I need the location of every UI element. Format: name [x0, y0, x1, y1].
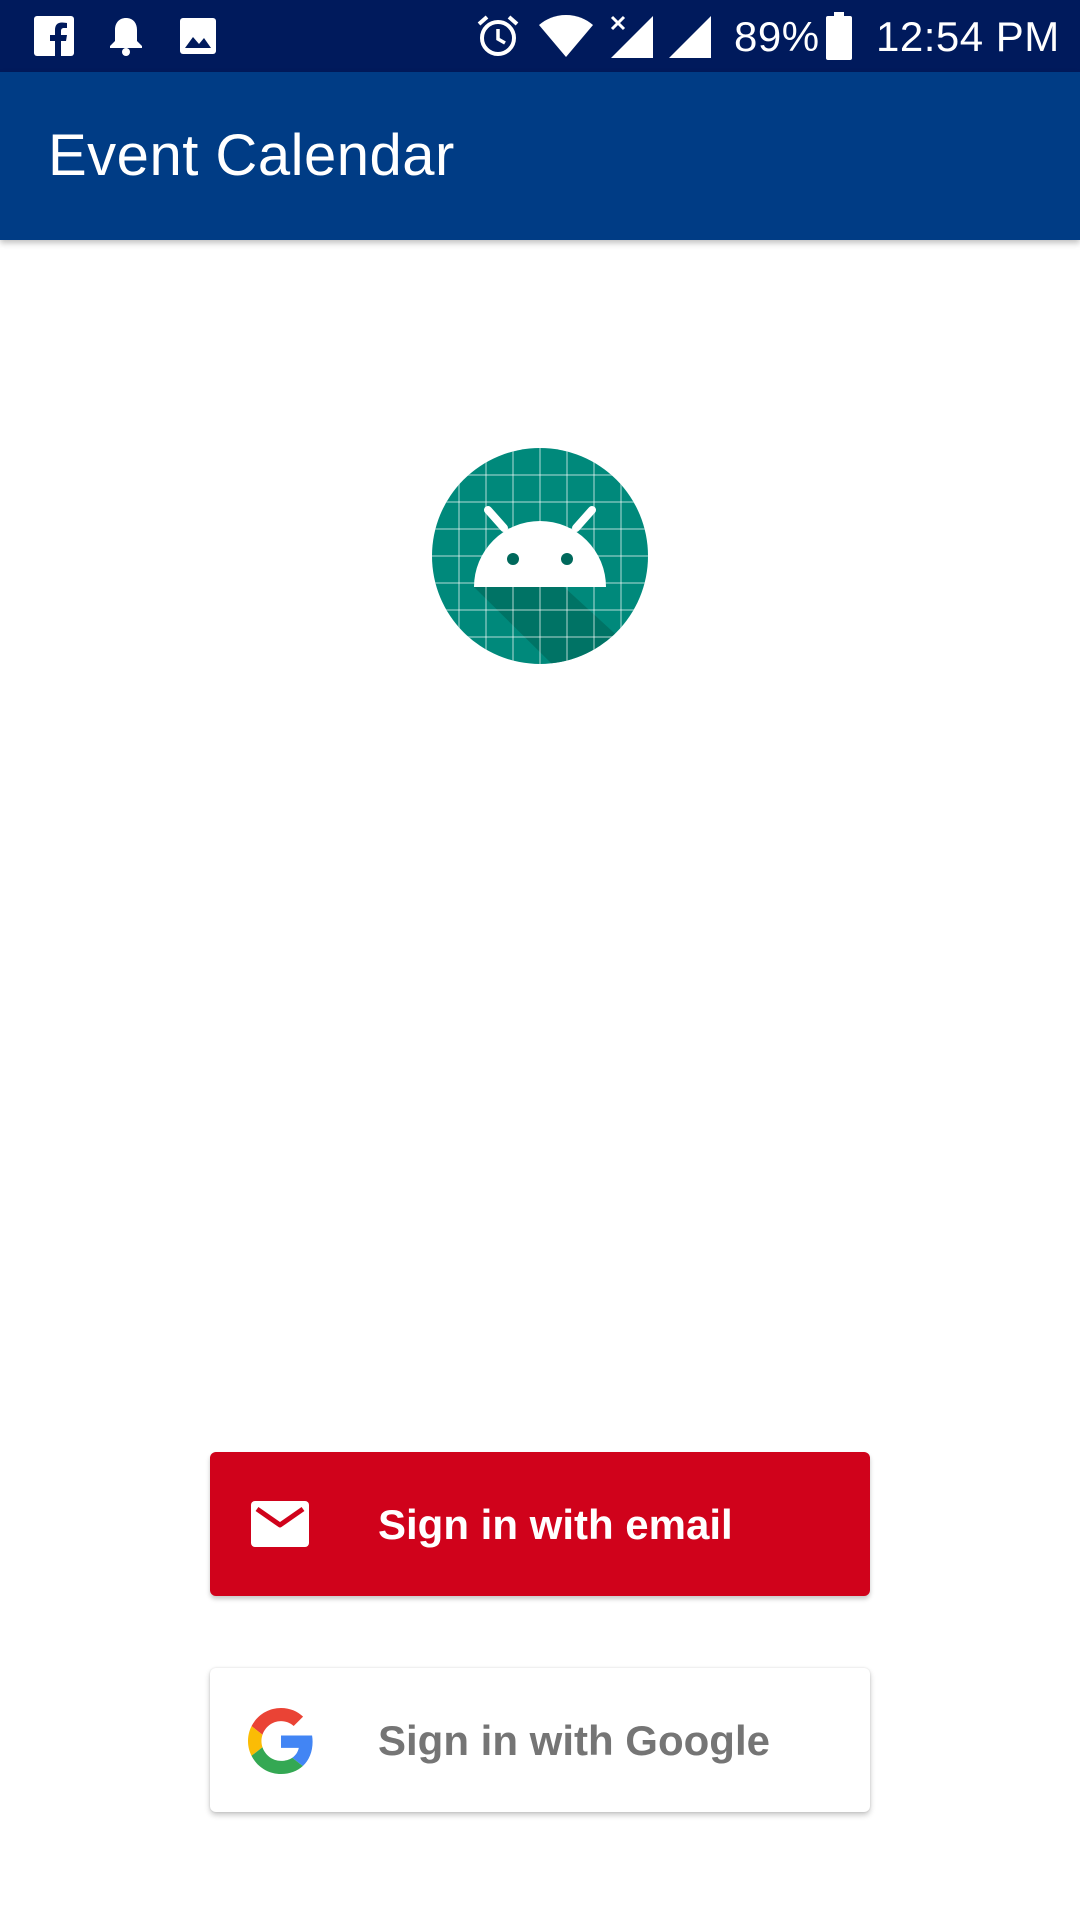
- android-app-icon: [432, 448, 648, 664]
- google-g-icon: [248, 1708, 314, 1774]
- facebook-icon: [32, 0, 76, 72]
- mail-icon: [250, 1494, 310, 1554]
- app-title: Event Calendar: [48, 123, 455, 188]
- battery-icon: [824, 0, 854, 72]
- notification-bell-icon: [104, 0, 148, 72]
- battery-percent: 89%: [734, 13, 820, 60]
- signal-no-data-icon: [608, 0, 654, 72]
- sign-in-email-label: Sign in with email: [378, 1501, 733, 1548]
- sign-in-email-button[interactable]: Sign in with email: [210, 1452, 870, 1596]
- image-icon: [176, 0, 220, 72]
- sign-in-google-label: Sign in with Google: [378, 1717, 770, 1764]
- app-bar: Event Calendar: [0, 72, 1080, 240]
- alarm-icon: [474, 0, 522, 72]
- signal-icon: [666, 0, 712, 72]
- status-bar: 89% 12:54 PM: [0, 0, 1080, 72]
- wifi-icon: [538, 0, 594, 72]
- sign-in-google-button[interactable]: Sign in with Google: [210, 1668, 870, 1812]
- status-time: 12:54 PM: [876, 13, 1060, 60]
